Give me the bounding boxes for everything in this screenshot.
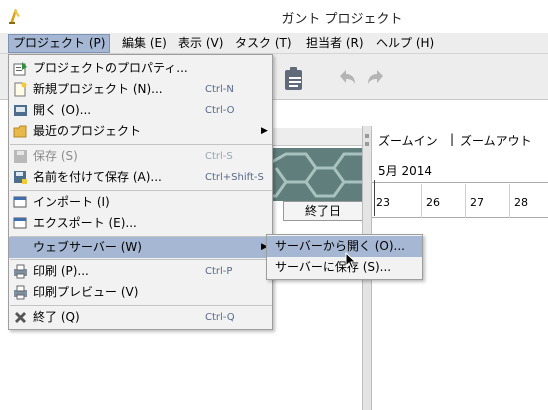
menu-item-new-project[interactable]: 新規プロジェクト (N)... Ctrl-N (9, 79, 272, 100)
menu-resource[interactable]: 担当者 (R) (302, 34, 368, 53)
folder-icon (13, 125, 27, 138)
menu-item-shortcut: Ctrl-S (205, 151, 233, 162)
menu-item-project-properties[interactable]: プロジェクトのプロパティ... (9, 58, 272, 79)
zoom-in-link[interactable]: ズームイン (378, 132, 438, 149)
task-tree-header (272, 128, 362, 146)
menu-item-label: 保存 (S) (33, 149, 78, 163)
menu-item-label: サーバーから開く (O)... (275, 239, 405, 253)
menu-item-shortcut: Ctrl-O (205, 105, 235, 116)
window-title: ガント プロジェクト (281, 12, 403, 27)
day-label: 28 (514, 196, 528, 209)
menu-item-shortcut: Ctrl+Shift-S (205, 172, 264, 183)
submenu-arrow-icon: ▶ (261, 126, 268, 136)
month-label: 5月 2014 (378, 164, 432, 178)
end-date-column-header[interactable]: 終了日 (283, 201, 362, 221)
task-panel-graphic (272, 148, 362, 201)
gantt-header: ズームイン | ズームアウト 5月 2014 23 26 27 28 (372, 126, 548, 218)
menu-item-recent-projects[interactable]: 最近のプロジェクト ▶ (9, 121, 272, 142)
menu-separator (10, 144, 272, 145)
zoom-out-link[interactable]: ズームアウト (460, 132, 532, 149)
menu-item-open[interactable]: 開く (O)... Ctrl-O (9, 100, 272, 121)
day-gridline (465, 184, 466, 218)
properties-icon (13, 62, 27, 76)
title-bar: ガント プロジェクト (0, 0, 548, 33)
menu-item-print-preview[interactable]: 印刷プレビュー (V) (9, 282, 272, 303)
menu-item-export[interactable]: エクスポート (E)... (9, 213, 272, 234)
day-gridline (421, 184, 422, 218)
day-label: 27 (470, 196, 484, 209)
menu-item-label: 終了 (Q) (33, 310, 80, 324)
menu-item-label: 名前を付けて保存 (A)... (33, 170, 162, 184)
timeline-tick (374, 180, 375, 216)
exit-icon (15, 312, 26, 323)
menu-item-label: ウェブサーバー (W) (33, 240, 142, 254)
menu-help[interactable]: ヘルプ (H) (372, 34, 438, 53)
hex-pattern-icon (272, 152, 362, 198)
save-icon (14, 150, 27, 163)
menu-item-label: サーバーに保存 (S)... (275, 260, 392, 274)
menu-task[interactable]: タスク (T) (231, 34, 296, 53)
paste-icon[interactable] (282, 66, 306, 92)
import-icon (13, 196, 27, 208)
open-icon (14, 105, 27, 116)
menu-separator (10, 190, 272, 191)
menu-item-label: 新規プロジェクト (N)... (33, 82, 163, 96)
menu-item-web-server[interactable]: ウェブサーバー (W) ▶ (9, 237, 272, 258)
new-document-icon (14, 82, 27, 97)
splitter-grip-top (365, 134, 369, 138)
mouse-cursor-icon (345, 252, 357, 270)
day-gridline (509, 184, 510, 218)
menu-bar: プロジェクト (P) 編集 (E) 表示 (V) タスク (T) 担当者 (R)… (0, 33, 548, 54)
menu-item-label: エクスポート (E)... (33, 216, 137, 230)
menu-item-label: 開く (O)... (33, 103, 92, 117)
project-menu: プロジェクトのプロパティ... 新規プロジェクト (N)... Ctrl-N 開… (8, 54, 273, 330)
menu-item-save-as[interactable]: 名前を付けて保存 (A)... Ctrl+Shift-S (9, 167, 272, 188)
menu-project[interactable]: プロジェクト (P) (8, 34, 111, 53)
menu-item-shortcut: Ctrl-N (205, 84, 234, 95)
menu-item-label: インポート (I) (33, 195, 110, 209)
menu-item-label: 印刷 (P)... (33, 264, 89, 278)
menu-item-label: 印刷プレビュー (V) (33, 285, 139, 299)
menu-item-label: プロジェクトのプロパティ... (33, 61, 188, 75)
menu-item-exit[interactable]: 終了 (Q) Ctrl-Q (9, 307, 272, 328)
menu-edit[interactable]: 編集 (E) (118, 34, 171, 53)
menu-view[interactable]: 表示 (V) (174, 34, 227, 53)
menu-item-shortcut: Ctrl-P (205, 266, 233, 277)
redo-icon[interactable] (365, 68, 387, 88)
print-preview-icon (14, 285, 27, 300)
menu-item-print[interactable]: 印刷 (P)... Ctrl-P (9, 261, 272, 282)
print-icon (14, 264, 27, 279)
day-label: 26 (426, 196, 440, 209)
day-label: 23 (376, 196, 390, 209)
menu-item-import[interactable]: インポート (I) (9, 192, 272, 213)
splitter-grip-bottom (365, 142, 369, 146)
save-as-icon (14, 171, 27, 184)
undo-icon[interactable] (336, 68, 358, 88)
menu-separator (10, 305, 272, 306)
menu-item-label: 最近のプロジェクト (33, 124, 142, 138)
timeline-divider (372, 182, 548, 183)
menu-item-save[interactable]: 保存 (S) Ctrl-S (9, 146, 272, 167)
zoom-separator: | (450, 132, 455, 146)
menu-separator (10, 259, 272, 260)
menu-item-shortcut: Ctrl-Q (205, 312, 235, 323)
export-icon (13, 217, 27, 229)
